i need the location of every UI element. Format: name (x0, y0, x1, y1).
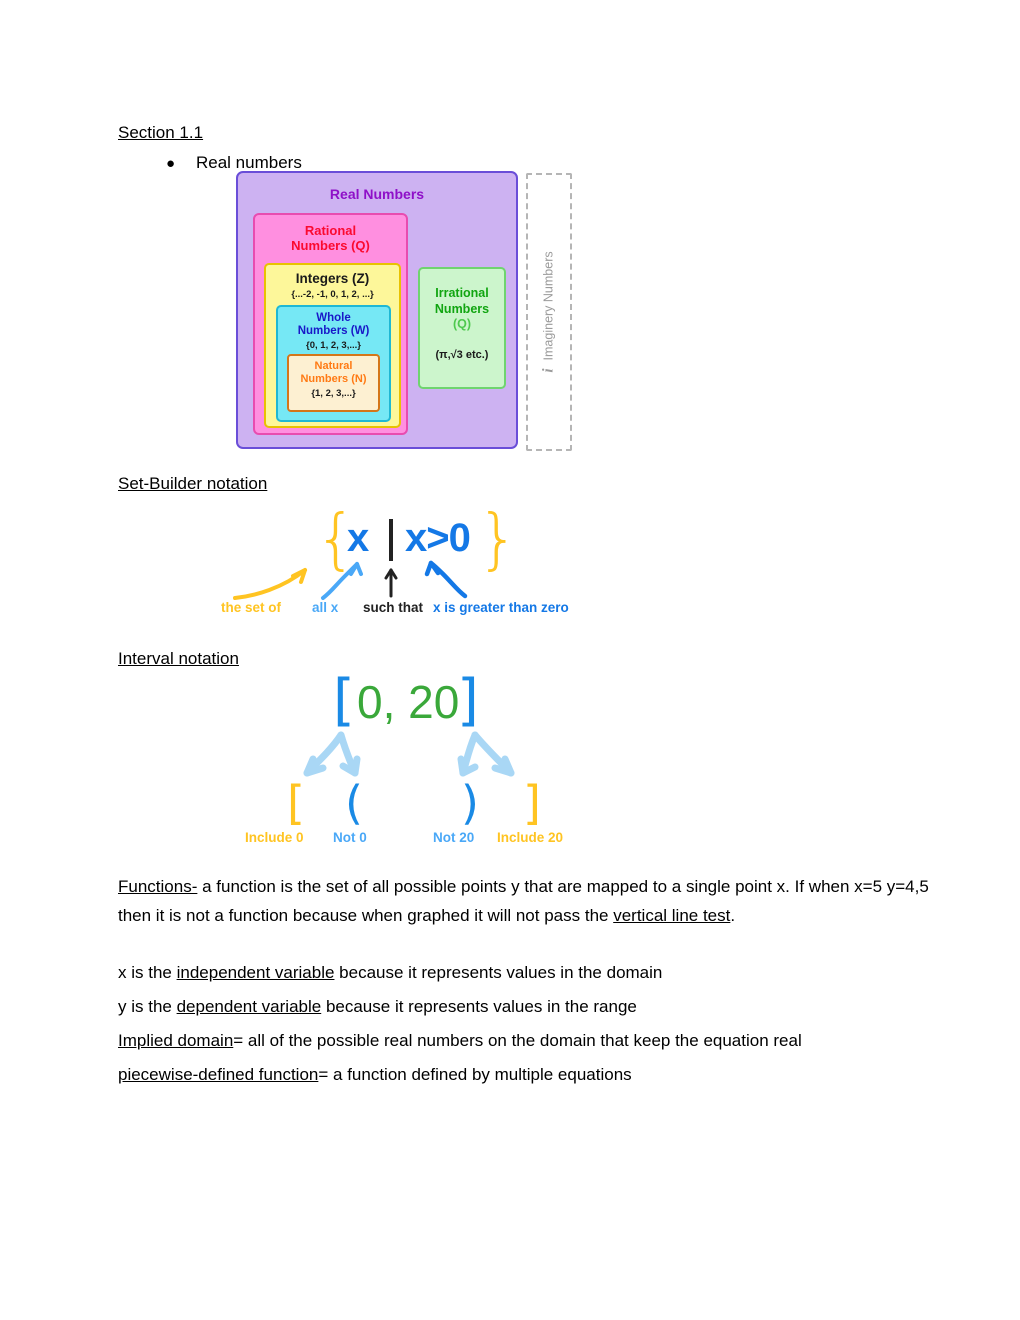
interval-symbol-row: [ ( ) ] (245, 780, 605, 828)
set-builder-figure: { x x>0 } the set of all x such that x i… (205, 506, 615, 628)
whole-numbers-box: Whole Numbers (W) {0, 1, 2, 3,...} Natur… (276, 305, 391, 422)
interval-notation-figure: [ 0, 20 ] [ ( ) ] Include 0 Not 0 Not 20 (245, 673, 605, 850)
label-such-that: such that (363, 600, 424, 615)
exclude-low-symbol: ( (345, 776, 363, 830)
functions-term: Functions- (118, 877, 198, 896)
whole-numbers-set-values: {0, 1, 2, 3,...} (306, 340, 361, 351)
piecewise-function-line: piecewise-defined function= a function d… (118, 1060, 948, 1089)
real-numbers-diagram: Real Numbers Rational Numbers (Q) Intege… (236, 171, 576, 455)
irrational-numbers-examples: (π,√3 etc.) (435, 349, 489, 361)
functions-body-2: . (730, 906, 736, 925)
irrational-numbers-symbol: (Q) (452, 317, 472, 331)
natural-numbers-box: Natural Numbers (N) {1, 2, 3,...} (287, 354, 380, 412)
notes-variables-block: x is the independent variable because it… (118, 958, 948, 1089)
irrational-numbers-label-line1: Irrational (435, 286, 489, 300)
dependent-pre: y is the (118, 997, 177, 1016)
irrational-numbers-box: Irrational Numbers (Q) (π,√3 etc.) (418, 267, 506, 389)
interval-labels: Include 0 Not 0 Not 20 Include 20 (245, 830, 605, 850)
independent-post: because it represents values in the doma… (334, 963, 663, 982)
interval-notation-heading: Interval notation (118, 649, 239, 668)
vertical-line-test-term: vertical line test (613, 906, 731, 925)
section-header-block: Section 1.1 ● Real numbers (118, 120, 938, 175)
dependent-variable-term: dependent variable (176, 997, 322, 1016)
label-include-0: Include 0 (245, 830, 304, 845)
independent-variable-term: independent variable (176, 963, 335, 982)
piecewise-function-post: = a function defined by multiple equatio… (318, 1065, 632, 1084)
rational-numbers-box: Rational Numbers (Q) Integers (Z) {...-2… (253, 213, 408, 435)
dependent-post: because it represents values in the rang… (321, 997, 637, 1016)
implied-domain-line: Implied domain= all of the possible real… (118, 1026, 948, 1055)
label-all-x: all x (312, 600, 339, 615)
document-page: Section 1.1 ● Real numbers Real Numbers … (0, 0, 1020, 1320)
imaginary-unit-symbol: i (540, 368, 557, 373)
functions-body-1: a function is the set of all possible po… (118, 877, 929, 925)
label-greater-than-zero: x is greater than zero (433, 600, 569, 615)
real-numbers-label: Real Numbers (329, 186, 425, 202)
whole-numbers-label-line2: Numbers (W) (297, 325, 370, 337)
imaginary-numbers-box: i Imaginery Numbers (526, 173, 572, 451)
bullet-dot-icon: ● (166, 155, 176, 172)
whole-numbers-label: Whole Numbers (W) (278, 312, 389, 338)
include-low-symbol: [ (287, 776, 305, 830)
integers-box: Integers (Z) {...-2, -1, 0, 1, 2, ...} W… (264, 263, 401, 428)
piecewise-function-term: piecewise-defined function (118, 1065, 319, 1084)
include-high-symbol: ] (523, 776, 541, 830)
implied-domain-post: = all of the possible real numbers on th… (233, 1031, 802, 1050)
set-builder-labels: the set of all x such that x is greater … (205, 600, 615, 622)
set-builder-heading: Set-Builder notation (118, 474, 268, 493)
rational-numbers-label-line2: Numbers (Q) (291, 238, 370, 253)
real-numbers-box: Real Numbers Rational Numbers (Q) Intege… (236, 171, 518, 449)
natural-numbers-label-line1: Natural (314, 360, 353, 372)
irrational-numbers-label: Irrational Numbers (420, 285, 504, 317)
irrational-numbers-label-line2: Numbers (434, 302, 490, 316)
natural-numbers-label-line2: Numbers (N) (300, 373, 367, 385)
integers-label: Integers (Z) (295, 271, 370, 286)
natural-numbers-label: Natural Numbers (N) (289, 360, 378, 386)
section-heading-row: Section 1.1 (118, 120, 938, 146)
label-not-0: Not 0 (333, 830, 367, 845)
dependent-variable-line: y is the dependent variable because it r… (118, 992, 948, 1021)
imaginary-numbers-label: i Imaginery Numbers (541, 251, 558, 372)
label-not-20: Not 20 (433, 830, 475, 845)
independent-pre: x is the (118, 963, 177, 982)
integers-set-values: {...-2, -1, 0, 1, 2, ...} (291, 289, 374, 300)
notes-functions-paragraph: Functions- a function is the set of all … (118, 872, 938, 930)
natural-numbers-set-values: {1, 2, 3,...} (311, 388, 356, 399)
label-include-20: Include 20 (497, 830, 564, 845)
independent-variable-line: x is the independent variable because it… (118, 958, 948, 987)
page-title: Section 1.1 (118, 123, 204, 142)
label-the-set-of: the set of (221, 600, 282, 615)
functions-definition: Functions- a function is the set of all … (118, 872, 938, 930)
exclude-high-symbol: ) (461, 776, 479, 830)
rational-numbers-label-line1: Rational (304, 223, 357, 238)
implied-domain-term: Implied domain (118, 1031, 234, 1050)
rational-numbers-label: Rational Numbers (Q) (255, 223, 406, 253)
whole-numbers-label-line1: Whole (316, 312, 351, 324)
imaginary-numbers-text: Imaginery Numbers (541, 251, 556, 361)
